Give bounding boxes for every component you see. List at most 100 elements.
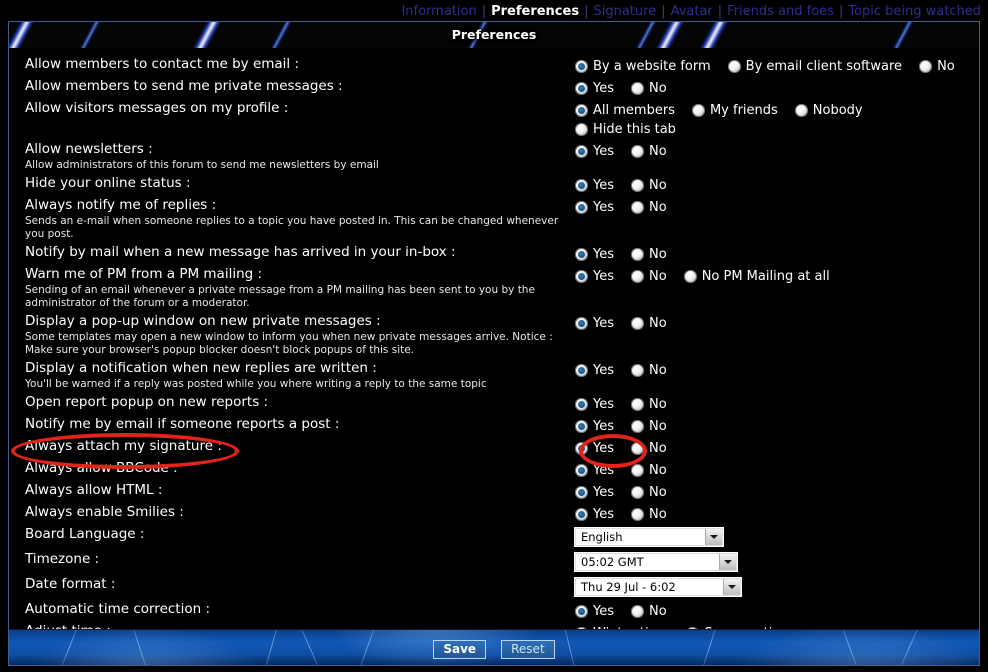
radio-selected-icon[interactable] — [575, 442, 588, 455]
radio-unselected-icon[interactable] — [631, 145, 644, 158]
radio-option[interactable]: No — [919, 59, 955, 74]
radio-unselected-icon[interactable] — [631, 317, 644, 330]
radio-option[interactable]: Nobody — [794, 103, 863, 118]
radio-selected-icon[interactable] — [575, 364, 588, 377]
tab-preferences[interactable]: Preferences — [486, 4, 584, 19]
radio-option-label: By a website form — [593, 59, 711, 74]
radio-option[interactable]: My friends — [691, 103, 778, 118]
radio-option[interactable]: Yes — [575, 269, 614, 284]
radio-option[interactable]: Yes — [575, 178, 614, 193]
radio-option[interactable]: No — [631, 178, 667, 193]
radio-option[interactable]: No — [631, 397, 667, 412]
chevron-down-icon[interactable] — [719, 554, 736, 570]
tab-avatar[interactable]: Avatar — [666, 4, 718, 19]
preferences-panel: Preferences Allow members to contact me … — [8, 21, 980, 666]
radio-selected-icon[interactable] — [575, 464, 588, 477]
timezone-select[interactable]: 05:02 GMT — [575, 553, 737, 571]
pref-row-label-cell: Hide your online status : — [9, 174, 575, 193]
radio-option[interactable]: By a website form — [575, 59, 711, 74]
radio-option[interactable]: Yes — [575, 485, 614, 500]
radio-option[interactable]: Yes — [575, 200, 614, 215]
radio-unselected-icon[interactable] — [631, 464, 644, 477]
pref-label: Date format : — [25, 576, 116, 592]
radio-selected-icon[interactable] — [575, 179, 588, 192]
radio-selected-icon[interactable] — [575, 60, 588, 73]
radio-selected-icon[interactable] — [575, 145, 588, 158]
radio-option[interactable]: Yes — [575, 463, 614, 478]
radio-option[interactable]: Yes — [575, 144, 614, 159]
radio-option[interactable]: Hide this tab — [575, 122, 676, 137]
pref-label: Always notify me of replies : — [25, 197, 217, 213]
radio-option-label: By email client software — [745, 59, 903, 74]
radio-selected-icon[interactable] — [575, 248, 588, 261]
radio-unselected-icon[interactable] — [794, 104, 808, 117]
radio-selected-icon[interactable] — [575, 270, 588, 283]
radio-option[interactable]: All members — [575, 103, 675, 118]
radio-option[interactable]: Yes — [575, 316, 614, 331]
radio-option[interactable]: Yes — [575, 363, 614, 378]
radio-option[interactable]: Yes — [575, 397, 614, 412]
radio-option[interactable]: No — [631, 507, 667, 522]
radio-selected-icon[interactable] — [575, 486, 588, 499]
radio-option[interactable]: No — [631, 247, 667, 262]
radio-unselected-icon[interactable] — [631, 179, 644, 192]
chevron-down-icon[interactable] — [705, 529, 722, 545]
radio-option[interactable]: No — [631, 463, 667, 478]
radio-unselected-icon[interactable] — [691, 104, 705, 117]
radio-option[interactable]: Yes — [575, 604, 614, 619]
radio-option[interactable]: No — [631, 485, 667, 500]
radio-selected-icon[interactable] — [575, 508, 588, 521]
radio-unselected-icon[interactable] — [631, 201, 644, 214]
radio-selected-icon[interactable] — [575, 317, 588, 330]
radio-unselected-icon[interactable] — [631, 364, 644, 377]
tab-topic-being-watched[interactable]: Topic being watched — [843, 4, 986, 19]
radio-option[interactable]: No — [631, 81, 667, 96]
radio-option[interactable]: No — [631, 200, 667, 215]
radio-unselected-icon[interactable] — [631, 442, 644, 455]
radio-option[interactable]: No — [631, 604, 667, 619]
radio-option[interactable]: No — [631, 144, 667, 159]
tab-information[interactable]: Information — [396, 4, 481, 19]
radio-option[interactable]: No — [631, 316, 667, 331]
radio-option[interactable]: By email client software — [727, 59, 903, 74]
radio-unselected-icon[interactable] — [727, 60, 741, 73]
radio-selected-icon[interactable] — [575, 82, 588, 95]
radio-option[interactable]: No — [631, 269, 667, 284]
pref-label: Always allow BBCode : — [25, 460, 178, 476]
radio-option[interactable]: No — [631, 363, 667, 378]
radio-unselected-icon[interactable] — [919, 60, 933, 73]
date-format-select[interactable]: Thu 29 Jul - 6:02 — [575, 578, 741, 596]
board-language-select[interactable]: English — [575, 528, 723, 546]
radio-selected-icon[interactable] — [575, 420, 588, 433]
radio-option[interactable]: No PM Mailing at all — [683, 269, 830, 284]
radio-option[interactable]: No — [631, 441, 667, 456]
radio-unselected-icon[interactable] — [631, 398, 644, 411]
radio-selected-icon[interactable] — [575, 398, 588, 411]
radio-unselected-icon[interactable] — [631, 82, 644, 95]
timezone-selected-value: 05:02 GMT — [576, 554, 719, 570]
pref-row-7: Warn me of PM from a PM mailing : Sending… — [9, 264, 979, 311]
tab-signature[interactable]: Signature — [588, 4, 661, 19]
radio-unselected-icon[interactable] — [631, 248, 644, 261]
radio-unselected-icon[interactable] — [631, 486, 644, 499]
reset-button[interactable]: Reset — [501, 640, 555, 659]
radio-selected-icon[interactable] — [575, 104, 588, 117]
radio-option[interactable]: Yes — [575, 419, 614, 434]
radio-option[interactable]: Yes — [575, 507, 614, 522]
radio-unselected-icon[interactable] — [631, 420, 644, 433]
tab-friends-and-foes[interactable]: Friends and foes — [722, 4, 839, 19]
radio-unselected-icon[interactable] — [631, 605, 644, 618]
save-button[interactable]: Save — [433, 640, 487, 659]
pref-row-4: Hide your online status : Yes No — [9, 173, 979, 195]
chevron-down-icon[interactable] — [723, 579, 740, 595]
radio-option[interactable]: Yes — [575, 441, 614, 456]
radio-unselected-icon[interactable] — [683, 270, 697, 283]
radio-selected-icon[interactable] — [575, 201, 588, 214]
radio-unselected-icon[interactable] — [631, 508, 644, 521]
radio-option[interactable]: Yes — [575, 247, 614, 262]
radio-selected-icon[interactable] — [575, 605, 588, 618]
radio-option[interactable]: Yes — [575, 81, 614, 96]
radio-unselected-icon[interactable] — [575, 123, 588, 136]
radio-option[interactable]: No — [631, 419, 667, 434]
radio-unselected-icon[interactable] — [631, 270, 644, 283]
